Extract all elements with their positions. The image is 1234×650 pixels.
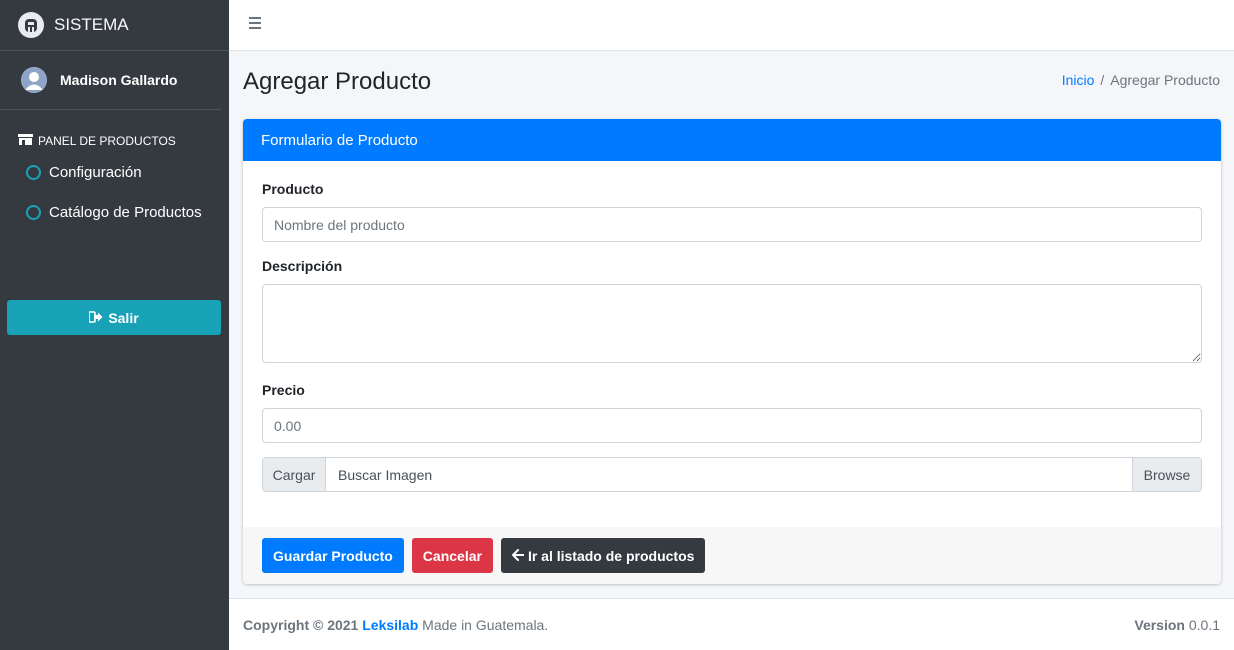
hamburger-icon[interactable] [249, 17, 265, 33]
user-panel[interactable]: Madison Gallardo [0, 51, 221, 110]
top-navbar [229, 0, 1234, 51]
nav-section-title: PANEL DE PRODUCTOS [38, 134, 176, 148]
page-footer: Copyright © 2021 Leksilab Made in Guatem… [229, 598, 1234, 650]
user-name: Madison Gallardo [60, 72, 178, 88]
upload-prefix: Cargar [263, 458, 326, 491]
sidebar-item-label: Configuración [49, 163, 142, 181]
circle-icon [26, 164, 41, 180]
product-group: Producto [262, 181, 1202, 242]
price-group: Precio [262, 382, 1202, 443]
footer-copyright: Copyright © 2021 Leksilab Made in Guatem… [243, 617, 548, 633]
description-textarea[interactable] [262, 284, 1202, 363]
sidebar-item-label: Catálogo de Productos [49, 203, 202, 221]
breadcrumb-current: Agregar Producto [1110, 72, 1220, 88]
browse-button[interactable]: Browse [1132, 458, 1201, 491]
copyright-text: Copyright © 2021 [243, 616, 359, 633]
product-label: Producto [262, 181, 324, 197]
product-name-input[interactable] [262, 207, 1202, 242]
arrow-left-icon [511, 548, 525, 564]
brand-text: SISTEMA [54, 15, 129, 34]
price-input[interactable] [262, 408, 1202, 443]
back-to-list-button[interactable]: Ir al listado de productos [500, 538, 706, 573]
image-file-input[interactable]: Buscar Imagen [326, 458, 1132, 491]
description-label: Descripción [262, 258, 343, 274]
company-link[interactable]: Leksilab [362, 617, 418, 633]
back-to-list-label: Ir al listado de productos [527, 547, 695, 564]
brand-link[interactable]: SISTEMA [0, 0, 229, 51]
save-product-button[interactable]: Guardar Producto [262, 538, 404, 573]
price-label: Precio [262, 382, 305, 398]
breadcrumb-home-link[interactable]: Inicio [1062, 72, 1095, 88]
logout-button[interactable]: Salir [7, 300, 221, 335]
sidebar-item-configuracion[interactable]: Configuración [0, 152, 229, 192]
circle-icon [26, 204, 41, 220]
version-value: 0.0.1 [1188, 616, 1220, 633]
store-icon [18, 134, 33, 148]
card-footer: Guardar Producto Cancelar Ir al listado … [243, 527, 1221, 584]
logout-label: Salir [108, 309, 139, 326]
made-in-text: Made in Guatemala. [422, 616, 549, 633]
product-form-card: Formulario de Producto Producto Descripc… [243, 119, 1221, 584]
logo-icon [18, 12, 44, 38]
page-title: Agregar Producto [243, 68, 432, 95]
breadcrumb: Inicio / Agregar Producto [1062, 72, 1220, 88]
cancel-button[interactable]: Cancelar [411, 538, 493, 573]
card-title: Formulario de Producto [243, 119, 1221, 161]
image-upload: Cargar Buscar Imagen Browse [262, 457, 1202, 492]
sidebar-item-catalogo[interactable]: Catálogo de Productos [0, 192, 229, 232]
user-avatar-icon [21, 67, 47, 93]
breadcrumb-separator: / [1100, 72, 1105, 88]
sign-out-icon [88, 310, 103, 326]
sidebar: SISTEMA Madison Gallardo PANEL DE PRODUC… [0, 0, 229, 650]
version-label: Version [1134, 616, 1185, 633]
nav-section-header: PANEL DE PRODUCTOS [0, 130, 229, 152]
card-body: Producto Descripción Precio Cargar Busca… [243, 161, 1221, 492]
description-group: Descripción [262, 258, 1202, 366]
footer-version: Version 0.0.1 [1134, 617, 1220, 633]
